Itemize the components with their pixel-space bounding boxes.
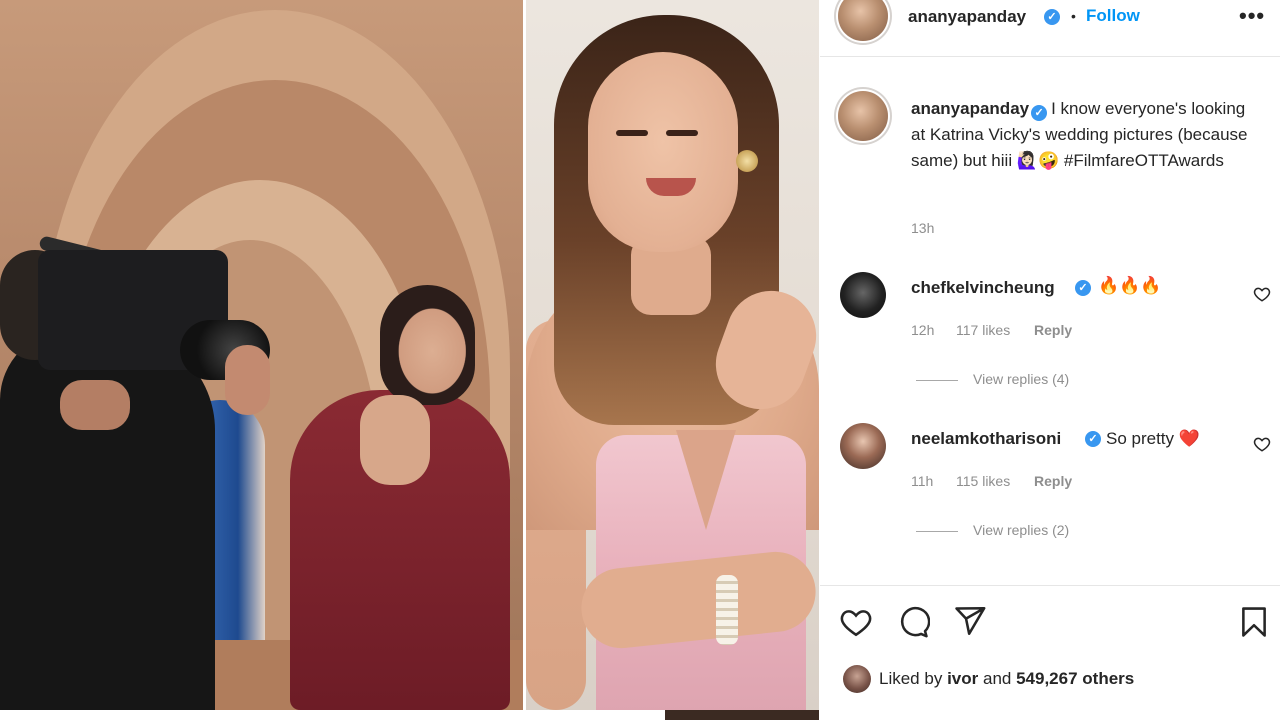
middle-photo-portrait (526, 0, 819, 710)
post-author-avatar[interactable] (838, 0, 888, 41)
comment-likes[interactable]: 117 likes (956, 322, 1010, 338)
verified-badge-icon: ✓ (1044, 9, 1060, 25)
post-author-username[interactable]: ananyapanday (908, 7, 1026, 27)
comment-time: 11h (911, 473, 934, 489)
view-replies-line (916, 531, 958, 532)
cameraman-hand (225, 345, 270, 415)
view-replies-line (916, 380, 958, 381)
verified-badge-icon: ✓ (1075, 280, 1091, 296)
comment-username[interactable]: neelamkotharisoni (911, 429, 1061, 449)
reply-button[interactable]: Reply (1034, 473, 1072, 489)
instagram-post-panel: ananyapanday ✓ • Follow ••• ananyapanday… (820, 0, 1280, 720)
commenter-avatar[interactable] (840, 272, 886, 318)
heart-icon[interactable] (839, 605, 873, 639)
caption-username[interactable]: ananyapanday (911, 99, 1029, 118)
bottom-strip-dark (665, 710, 819, 720)
reply-button[interactable]: Reply (1034, 322, 1072, 338)
verified-badge-icon: ✓ (1085, 431, 1101, 447)
comment-likes[interactable]: 115 likes (956, 473, 1010, 489)
paper-plane-icon[interactable] (953, 604, 987, 638)
more-options-icon[interactable]: ••• (1239, 3, 1265, 29)
portrait-eye-right (666, 130, 698, 136)
bookmark-icon[interactable] (1237, 605, 1271, 639)
view-replies-button[interactable]: View replies (4) (973, 371, 1069, 387)
liked-by-summary[interactable]: Liked by ivor and 549,267 others (879, 669, 1134, 689)
liked-by-user[interactable]: ivor (947, 669, 978, 688)
liked-by-avatar[interactable] (843, 665, 871, 693)
comment-text: So pretty ❤️ (1106, 429, 1200, 448)
comment-text: 🔥🔥🔥 (1098, 276, 1162, 295)
portrait-earring (736, 150, 758, 172)
left-photo-film-set (0, 0, 523, 710)
liked-by-prefix: Liked by (879, 669, 943, 688)
liked-by-and: and (982, 669, 1012, 688)
caption-author-avatar[interactable] (838, 91, 888, 141)
woman-arm (360, 395, 430, 485)
verified-badge-icon: ✓ (1031, 105, 1048, 121)
woman-head (380, 285, 475, 405)
header-divider (820, 56, 1280, 57)
caption: ananyapanday ✓ I know everyone's looking a… (911, 96, 1256, 174)
comment-username[interactable]: chefkelvincheung (911, 278, 1055, 298)
caption-timestamp[interactable]: 13h (911, 220, 934, 236)
comment-time: 12h (911, 322, 935, 338)
comment-icon[interactable] (896, 605, 930, 639)
separator-dot: • (1071, 8, 1076, 24)
view-replies-button[interactable]: View replies (2) (973, 522, 1069, 538)
actions-divider (820, 585, 1280, 586)
portrait-bracelet (716, 575, 738, 645)
follow-button[interactable]: Follow (1086, 6, 1140, 26)
comment-like-heart-icon[interactable] (1253, 435, 1271, 453)
crew-hand (60, 380, 130, 430)
comment-like-heart-icon[interactable] (1253, 285, 1271, 303)
commenter-avatar[interactable] (840, 423, 886, 469)
portrait-eye-left (616, 130, 648, 136)
portrait-face (588, 52, 738, 252)
liked-by-others[interactable]: 549,267 others (1016, 669, 1134, 688)
